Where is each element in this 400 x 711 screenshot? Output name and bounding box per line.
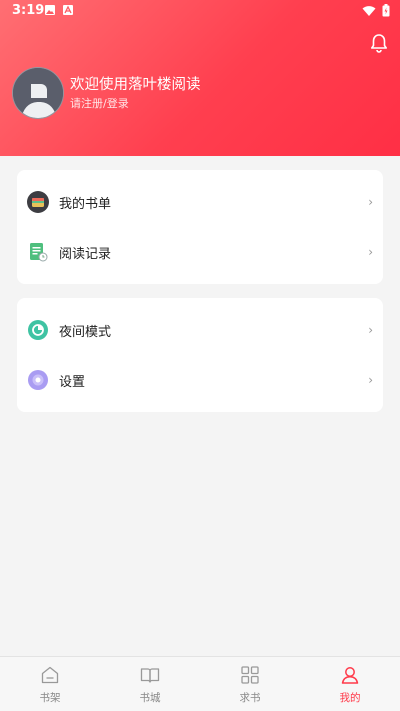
night-mode-icon [28,320,48,340]
menu-item-booklist[interactable]: 我的书单 › [17,177,383,227]
menu-item-reading-record[interactable]: 阅读记录 › [17,227,383,277]
menu-item-settings[interactable]: 设置 › [17,355,383,405]
battery-icon [382,4,390,17]
bookshelf-icon [41,666,59,684]
reading-record-icon [30,243,48,262]
tab-bookshelf[interactable]: 书架 [0,657,100,711]
profile-icon [341,667,359,684]
status-bar: 3:19 [0,0,400,22]
tab-label: 书架 [39,692,61,704]
tab-request-book[interactable]: 求书 [200,657,300,711]
tab-label: 我的 [339,692,361,704]
status-time: 3:19 [12,3,45,18]
welcome-title: 欢迎使用落叶楼阅读 [70,77,201,93]
wifi-icon [362,5,376,16]
app-notification-icon [63,5,73,15]
menu-item-label: 设置 [59,374,86,390]
chevron-right-icon: › [368,373,373,387]
tab-profile[interactable]: 我的 [300,657,400,711]
tab-label: 求书 [239,692,261,704]
menu-card-1: 我的书单 › 阅读记录 › [17,170,383,284]
settings-icon [28,370,48,390]
image-notification-icon [45,5,55,15]
avatar[interactable] [12,67,64,119]
chevron-right-icon: › [368,245,373,259]
menu-item-label: 阅读记录 [59,246,112,262]
chevron-right-icon: › [368,323,373,337]
menu-item-night-mode[interactable]: 夜间模式 › [17,305,383,355]
default-avatar-icon [13,68,63,118]
menu-item-label: 夜间模式 [59,324,112,340]
tab-book-city[interactable]: 书城 [100,657,200,711]
login-register-link[interactable]: 请注册/登录 [70,95,129,111]
tab-label: 书城 [139,692,161,704]
menu-card-2: 夜间模式 › 设置 › [17,298,383,412]
booklist-icon [27,191,49,213]
book-city-icon [140,668,160,683]
chevron-right-icon: › [368,195,373,209]
notification-bell-icon[interactable] [368,32,390,54]
menu-item-label: 我的书单 [59,196,112,212]
request-book-icon [241,666,259,684]
bottom-tab-bar: 书架 书城 求书 我的 [0,656,400,711]
